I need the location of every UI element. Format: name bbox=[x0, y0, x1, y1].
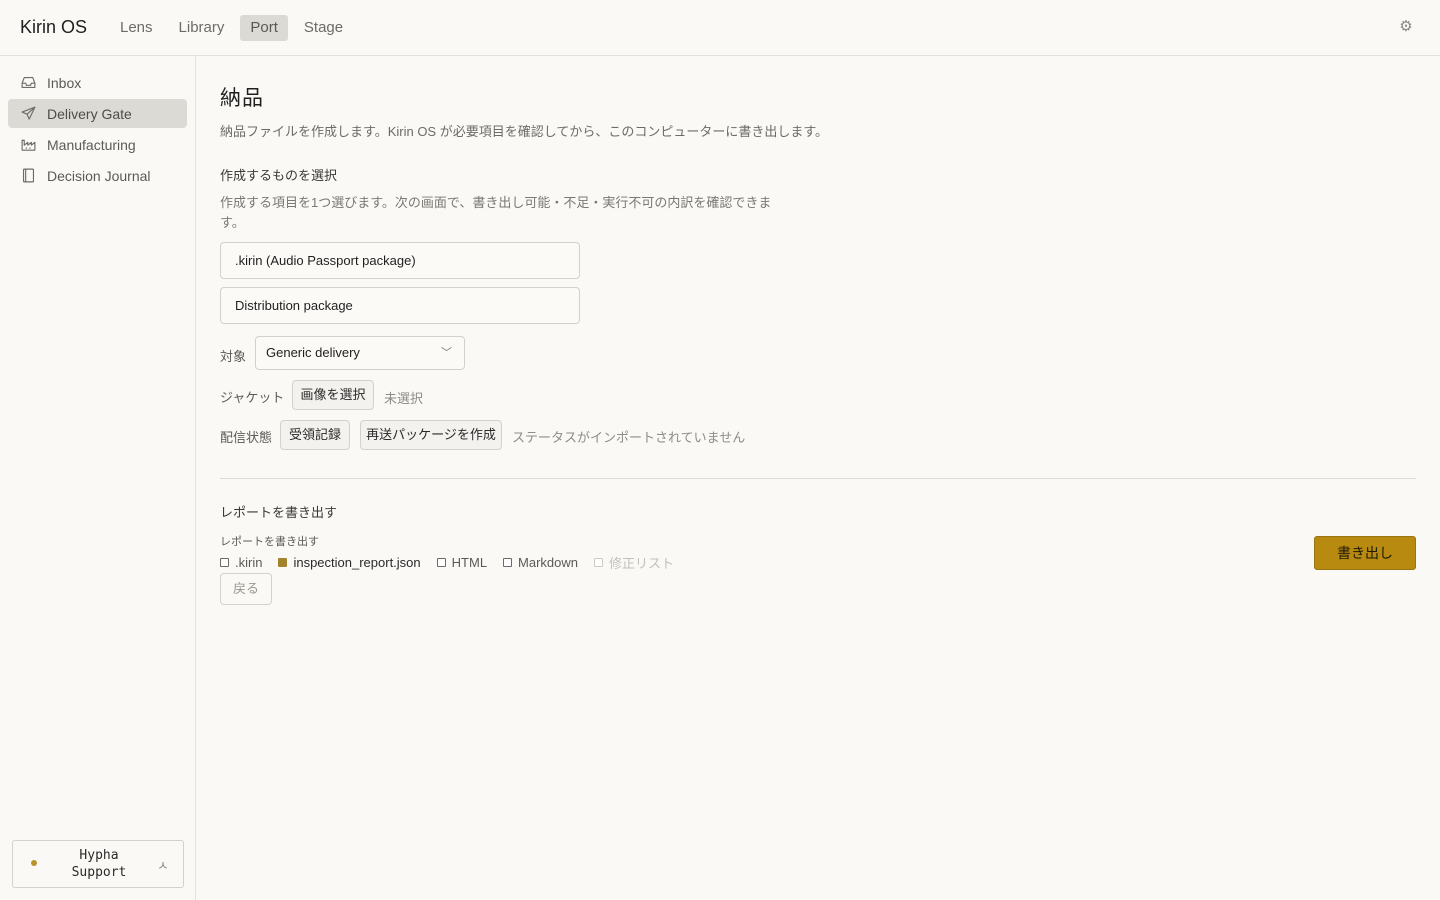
checkbox-box[interactable] bbox=[220, 557, 229, 567]
sidebar-item-inbox[interactable]: Inbox bbox=[8, 68, 187, 97]
select-description: 作成する項目を1つ選びます。次の画面で、書き出し可能・不足・実行不可の内訳を確認… bbox=[220, 195, 772, 230]
option-inspection-report-json-checkbox[interactable]: inspection_report.json bbox=[278, 554, 421, 570]
jacket-status: 未選択 bbox=[384, 391, 424, 406]
delivery-status-text: ステータスがインポートされていません bbox=[512, 430, 746, 445]
sidebar-item-decision-journal[interactable]: Decision Journal bbox=[8, 161, 187, 190]
report-format-options: .kirin inspection_report.json HTML Markd… bbox=[220, 553, 690, 572]
sidebar-item-label: Manufacturing bbox=[47, 136, 136, 153]
delivery-status-label: 配信状態 bbox=[220, 430, 273, 445]
jacket-label: ジャケット bbox=[220, 390, 285, 405]
support-button[interactable]: Hypha Support ㅅ bbox=[12, 840, 184, 888]
checkbox-box bbox=[594, 557, 604, 567]
support-label-line2: Support bbox=[71, 865, 127, 880]
report-heading: レポートを書き出す bbox=[220, 505, 338, 520]
app-brand: Kirin OS bbox=[20, 17, 88, 37]
support-label-line1: Hypha bbox=[79, 848, 119, 863]
chevron-down-icon: ﹀ bbox=[441, 347, 452, 359]
factory-icon bbox=[20, 136, 37, 153]
journal-icon bbox=[20, 167, 37, 184]
checkbox-box[interactable] bbox=[503, 557, 513, 567]
tab-library[interactable]: Library bbox=[169, 15, 235, 41]
choice-kirin-package[interactable]: .kirin (Audio Passport package) bbox=[220, 242, 580, 279]
target-select-value: Generic delivery bbox=[266, 345, 360, 360]
option-kirin-checkbox[interactable]: .kirin bbox=[220, 555, 262, 570]
page-title: 納品 bbox=[220, 87, 264, 110]
page-subtitle: 納品ファイルを作成します。Kirin OS が必要項目を確認してから、このコンピ… bbox=[220, 124, 829, 139]
sidebar-item-label: Decision Journal bbox=[47, 167, 151, 184]
create-resend-package-button[interactable]: 再送パッケージを作成 bbox=[360, 420, 502, 450]
tab-port[interactable]: Port bbox=[240, 15, 288, 41]
option-fix-list-checkbox: 修正リスト bbox=[594, 553, 674, 572]
top-bar: Kirin OS Lens Library Port Stage ⚙ bbox=[0, 0, 1440, 56]
option-label: HTML bbox=[451, 554, 488, 570]
receipt-record-button[interactable]: 受領記録 bbox=[280, 420, 350, 450]
back-button[interactable]: 戻る bbox=[220, 573, 272, 605]
tab-stage[interactable]: Stage bbox=[294, 15, 353, 41]
option-html-checkbox[interactable]: HTML bbox=[436, 554, 488, 570]
option-label: .kirin bbox=[235, 554, 263, 570]
option-label: Markdown bbox=[518, 554, 579, 570]
choose-image-button[interactable]: 画像を選択 bbox=[292, 380, 374, 410]
target-label: 対象 bbox=[220, 349, 247, 364]
send-icon bbox=[20, 105, 37, 122]
sidebar-item-label: Inbox bbox=[47, 74, 82, 91]
inbox-icon bbox=[20, 74, 37, 91]
checkbox-box[interactable] bbox=[278, 557, 288, 567]
gear-icon[interactable]: ⚙ bbox=[1398, 19, 1414, 35]
sidebar: Inbox Delivery Gate Manufacturing Decisi… bbox=[0, 56, 196, 900]
support-label: Hypha Support bbox=[53, 847, 145, 881]
divider bbox=[220, 478, 1416, 479]
export-button[interactable]: 書き出し bbox=[1314, 536, 1416, 570]
choice-distribution-package[interactable]: Distribution package bbox=[220, 287, 580, 324]
sidebar-item-manufacturing[interactable]: Manufacturing bbox=[8, 130, 187, 159]
tab-lens[interactable]: Lens bbox=[110, 15, 163, 41]
checkbox-box[interactable] bbox=[436, 557, 446, 567]
target-select[interactable]: Generic delivery ﹀ bbox=[255, 336, 465, 370]
top-nav: Lens Library Port Stage bbox=[110, 15, 353, 41]
status-dot-icon bbox=[31, 860, 37, 866]
option-label: inspection_report.json bbox=[293, 554, 421, 570]
select-heading: 作成するものを選択 bbox=[220, 168, 338, 183]
option-label: 修正リスト bbox=[609, 555, 675, 571]
sidebar-item-label: Delivery Gate bbox=[47, 105, 132, 122]
option-markdown-checkbox[interactable]: Markdown bbox=[503, 555, 578, 570]
report-subheading: レポートを書き出す bbox=[220, 536, 319, 548]
sidebar-item-delivery-gate[interactable]: Delivery Gate bbox=[8, 99, 187, 128]
chevron-up-icon: ㅅ bbox=[157, 858, 169, 873]
